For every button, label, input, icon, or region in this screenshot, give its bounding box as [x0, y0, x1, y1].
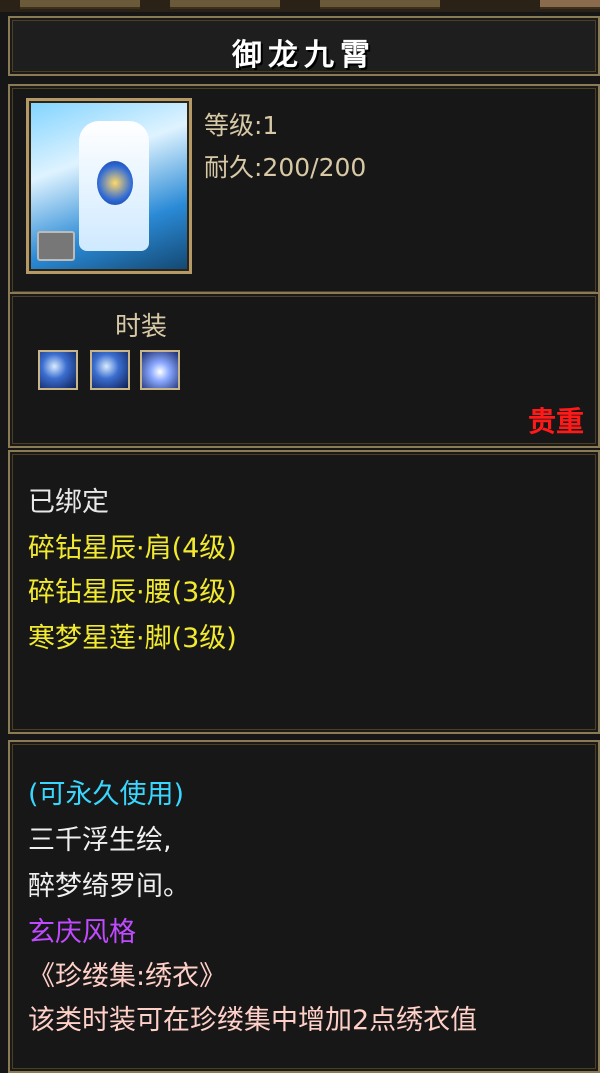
rarity-label: 贵重	[527, 405, 584, 438]
equip-badge-icon	[37, 231, 75, 261]
top-tab-strip	[0, 0, 600, 12]
tab-slot[interactable]	[170, 0, 280, 9]
usage-text: (可永久使用)	[28, 779, 185, 810]
fashion-outfit-icon	[26, 98, 192, 274]
star-gem-icon	[38, 350, 78, 390]
bound-status: 已绑定	[28, 487, 109, 518]
durability-text: 耐久:200/200	[204, 153, 367, 182]
type-panel: 时装 贵重	[8, 292, 600, 448]
bonus-text: 该类时装可在珍缕集中增加2点绣衣值	[28, 1005, 478, 1036]
item-tooltip: 御龙九霄 等级:1 耐久:200/200 时装 贵重 已绑定 碎钻星辰·肩(4级…	[0, 0, 600, 1073]
set-item: 寒梦星莲·脚(3级)	[28, 623, 237, 654]
star-gem-icon	[90, 350, 130, 390]
tab-slot[interactable]	[320, 0, 440, 9]
set-item: 碎钻星辰·腰(3级)	[28, 577, 237, 608]
category-label: 时装	[115, 312, 168, 342]
tab-slot[interactable]	[540, 0, 600, 9]
level-text: 等级:1	[204, 111, 279, 140]
set-item: 碎钻星辰·肩(4级)	[28, 533, 237, 564]
description-panel: (可永久使用) 三千浮生绘, 醉梦绮罗间。 玄庆风格 《珍缕集:绣衣》 该类时装…	[8, 740, 600, 1073]
info-panel: 等级:1 耐久:200/200	[8, 84, 600, 296]
description-line: 醉梦绮罗间。	[28, 871, 190, 902]
tab-slot[interactable]	[20, 0, 140, 9]
star-lotus-gem-icon	[140, 350, 180, 390]
title-bar: 御龙九霄	[8, 16, 600, 76]
description-line: 三千浮生绘,	[28, 825, 172, 856]
item-name: 御龙九霄	[232, 38, 376, 73]
style-text: 玄庆风格	[28, 917, 136, 948]
emblem-shape	[97, 161, 133, 205]
collection-text: 《珍缕集:绣衣》	[28, 961, 227, 992]
set-panel: 已绑定 碎钻星辰·肩(4级) 碎钻星辰·腰(3级) 寒梦星莲·脚(3级)	[8, 450, 600, 734]
